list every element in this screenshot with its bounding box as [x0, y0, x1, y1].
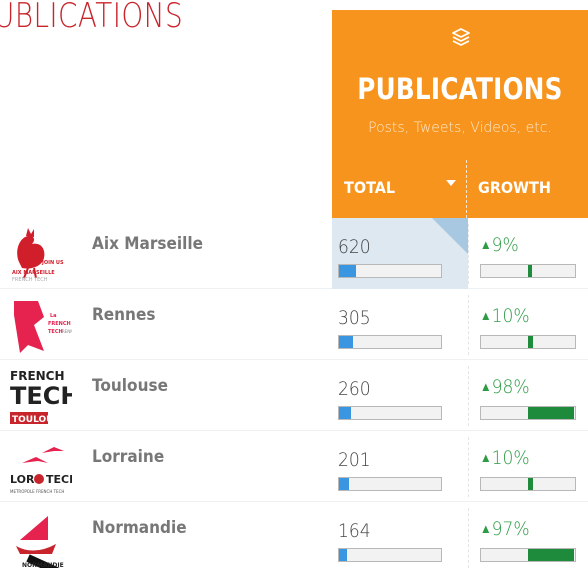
- cell-divider: [468, 295, 469, 355]
- growth-value: ▲10%: [480, 305, 530, 327]
- growth-up-icon: ▲: [480, 380, 492, 395]
- growth-percent: 10%: [491, 305, 530, 327]
- city-name[interactable]: Toulouse: [92, 376, 168, 396]
- total-bar-fill: [339, 336, 354, 348]
- growth-value: ▲10%: [480, 447, 530, 469]
- layers-icon: [452, 28, 470, 46]
- svg-text:NORMANDIE: NORMANDIE: [22, 562, 64, 568]
- svg-text:FRENCH TECH: FRENCH TECH: [12, 277, 48, 283]
- total-bar: [338, 335, 442, 349]
- table-row[interactable]: FRENCH TECH TOULOUSE Toulouse 260 ▲98%: [0, 360, 588, 431]
- svg-text:La: La: [50, 313, 57, 319]
- growth-up-icon: ▲: [480, 309, 492, 324]
- svg-text:TECH: TECH: [46, 473, 72, 486]
- total-bar-fill: [339, 265, 357, 277]
- column-divider: [466, 160, 467, 218]
- growth-bar: [480, 335, 576, 349]
- total-bar-fill: [339, 549, 348, 561]
- city-logo: NORMANDIE: [16, 516, 64, 568]
- growth-bar-fill: [528, 336, 533, 348]
- growth-bar-fill: [528, 265, 533, 277]
- growth-bar: [480, 548, 576, 562]
- panel-subtitle: Posts, Tweets, Videos, etc.: [368, 120, 552, 136]
- growth-value: ▲97%: [480, 518, 530, 540]
- selected-corner-marker: [432, 218, 468, 254]
- total-bar-fill: [339, 407, 352, 419]
- cell-divider: [468, 437, 469, 497]
- column-header-total[interactable]: TOTAL: [344, 178, 395, 197]
- table-row[interactable]: La FRENCH TECHRENNES Rennes 305 ▲10%: [0, 289, 588, 360]
- cell-divider: [468, 366, 469, 426]
- city-logo: LOR TECH METROPOLE FRENCH TECH: [10, 447, 72, 494]
- total-bar: [338, 264, 442, 278]
- column-header-growth[interactable]: GROWTH: [478, 178, 551, 197]
- growth-percent: 98%: [491, 376, 530, 398]
- panel-title: PUBLICATIONS: [357, 72, 563, 106]
- growth-bar: [480, 477, 576, 491]
- total-bar: [338, 548, 442, 562]
- total-bar-fill: [339, 478, 350, 490]
- city-logo: JOIN US AIX MARSEILLEFRENCH TECH: [12, 228, 64, 283]
- svg-text:TOULOUSE: TOULOUSE: [12, 415, 66, 425]
- svg-text:RENNES: RENNES: [62, 329, 72, 334]
- city-logo: La FRENCH TECHRENNES: [14, 301, 72, 353]
- total-value: 305: [338, 307, 371, 329]
- total-value: 164: [338, 520, 371, 542]
- svg-text:JOIN US: JOIN US: [41, 260, 64, 266]
- table-row[interactable]: NORMANDIE Normandie 164 ▲97%: [0, 502, 588, 571]
- growth-up-icon: ▲: [480, 238, 492, 253]
- city-name[interactable]: Normandie: [92, 518, 187, 538]
- growth-percent: 97%: [491, 518, 530, 540]
- growth-up-icon: ▲: [480, 522, 492, 537]
- city-name[interactable]: Lorraine: [92, 447, 164, 467]
- growth-bar-fill: [528, 407, 575, 419]
- total-value: 260: [338, 378, 371, 400]
- total-value: 201: [338, 449, 371, 471]
- publications-panel-header: PUBLICATIONS Posts, Tweets, Videos, etc.…: [332, 10, 588, 218]
- svg-text:METROPOLE FRENCH TECH: METROPOLE FRENCH TECH: [10, 489, 64, 494]
- total-bar: [338, 406, 442, 420]
- growth-bar: [480, 264, 576, 278]
- growth-bar-fill: [528, 549, 574, 561]
- growth-bar: [480, 406, 576, 420]
- growth-percent: 10%: [491, 447, 530, 469]
- growth-value: ▲9%: [480, 234, 519, 256]
- city-logo: FRENCHTECH TOULOUSE: [10, 369, 72, 425]
- cell-divider: [468, 224, 469, 284]
- svg-text:AIX MARSEILLE: AIX MARSEILLE: [12, 270, 55, 276]
- svg-text:TECH: TECH: [48, 329, 63, 335]
- svg-text:TECH: TECH: [10, 382, 72, 410]
- growth-percent: 9%: [491, 234, 519, 256]
- svg-text:FRENCH: FRENCH: [10, 369, 65, 383]
- total-value: 620: [338, 236, 371, 258]
- table-row[interactable]: JOIN US AIX MARSEILLE FRENCH TECH Aix Marse…: [0, 218, 588, 289]
- cell-divider: [468, 508, 469, 568]
- svg-text:FRENCH: FRENCH: [48, 321, 71, 327]
- svg-text:LOR: LOR: [10, 473, 35, 486]
- sort-desc-icon[interactable]: [446, 180, 456, 186]
- growth-up-icon: ▲: [480, 451, 492, 466]
- page-title: UBLICATIONS: [0, 0, 184, 36]
- table-row[interactable]: LOR TECH METROPOLE FRENCH TECH Lorraine 201 ▲…: [0, 431, 588, 502]
- city-name[interactable]: Rennes: [92, 305, 155, 325]
- growth-value: ▲98%: [480, 376, 530, 398]
- city-name[interactable]: Aix Marseille: [92, 234, 203, 254]
- total-bar: [338, 477, 442, 491]
- growth-bar-fill: [528, 478, 533, 490]
